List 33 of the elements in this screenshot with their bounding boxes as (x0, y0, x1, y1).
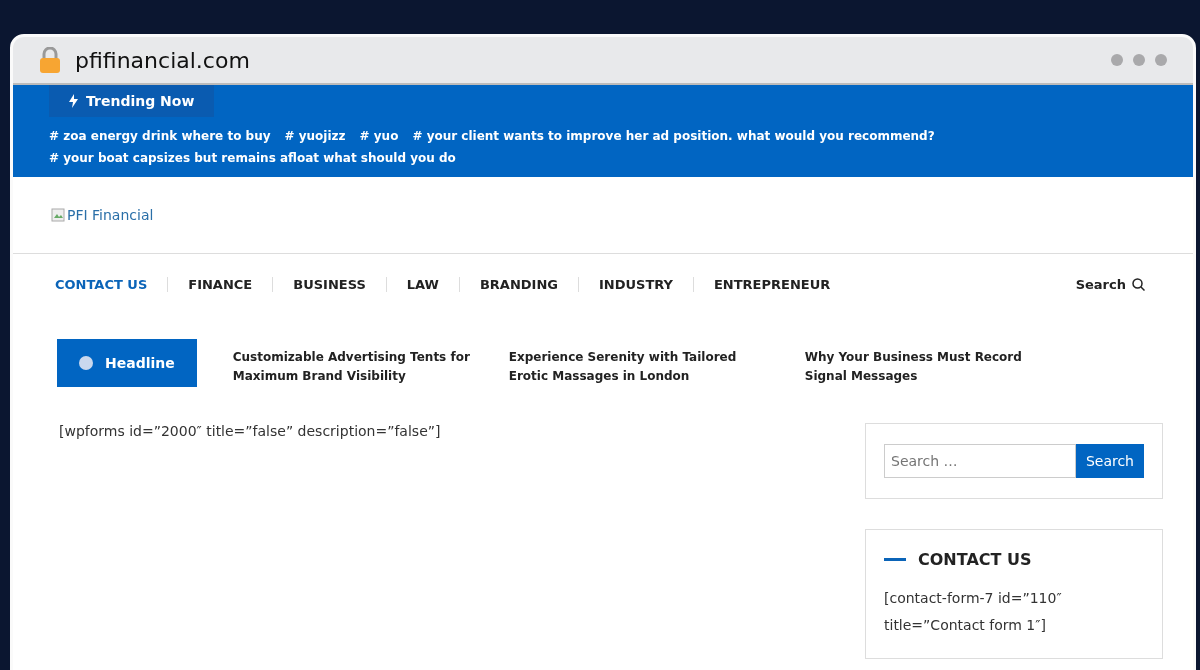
trending-tag-link[interactable]: # your client wants to improve her ad position. what would you recommend? (412, 129, 935, 143)
search-field[interactable]: Search … (884, 444, 1076, 478)
url-text[interactable]: pfifinancial.com (75, 47, 250, 73)
search-icon (1132, 278, 1145, 291)
window-dot[interactable] (1111, 54, 1123, 66)
search-button[interactable]: Search (1075, 444, 1144, 478)
trending-tag-link[interactable]: # your boat capsizes but remains afloat what should you do (49, 151, 456, 165)
window-dot[interactable] (1133, 54, 1145, 66)
widget-title: CONTACT US (918, 550, 1032, 569)
headline-post-link[interactable]: Experience Serenity with Tailored Erotic Massages in London (508, 339, 769, 387)
trending-tag-link[interactable]: # yuojizz (284, 129, 346, 143)
shortcode-text: [contact-form-7 id=”110″ title=”Contact form 1″] (884, 589, 1063, 635)
title-rule (884, 558, 906, 561)
trending-tag-link[interactable]: # zoa energy drink where to buy (49, 129, 271, 143)
search-link[interactable]: Search (1069, 276, 1151, 293)
headline-post-link[interactable]: Customizable Advertising Tents for Maximum Brand Visibility (232, 339, 473, 387)
window-dot[interactable] (1155, 54, 1167, 66)
nav-link[interactable]: ENTREPRENEUR (693, 277, 851, 292)
nav-link[interactable]: FINANCE (168, 277, 274, 292)
headline-post-link[interactable]: Why Your Business Must Record Signal Messages (804, 339, 1065, 387)
circle-icon (79, 356, 93, 370)
trending-label: Trending Now (49, 85, 215, 117)
headline-label: Headline (57, 339, 197, 387)
nav-link[interactable]: LAW (386, 277, 460, 292)
shortcode-text: [wpforms id=”2000″ title=”false” description=”false”] (59, 423, 442, 441)
logo-broken-image[interactable]: PFI Financial (13, 177, 1193, 254)
nav-link[interactable]: INDUSTRY (578, 277, 694, 292)
trending-tag-link[interactable]: # yuo (359, 129, 399, 143)
nav-link[interactable]: BUSINESS (273, 277, 387, 292)
lightning-icon (69, 94, 78, 108)
nav-link[interactable]: BRANDING (459, 277, 579, 292)
nav-link[interactable]: CONTACT US (55, 277, 169, 292)
lock-icon (39, 47, 61, 73)
